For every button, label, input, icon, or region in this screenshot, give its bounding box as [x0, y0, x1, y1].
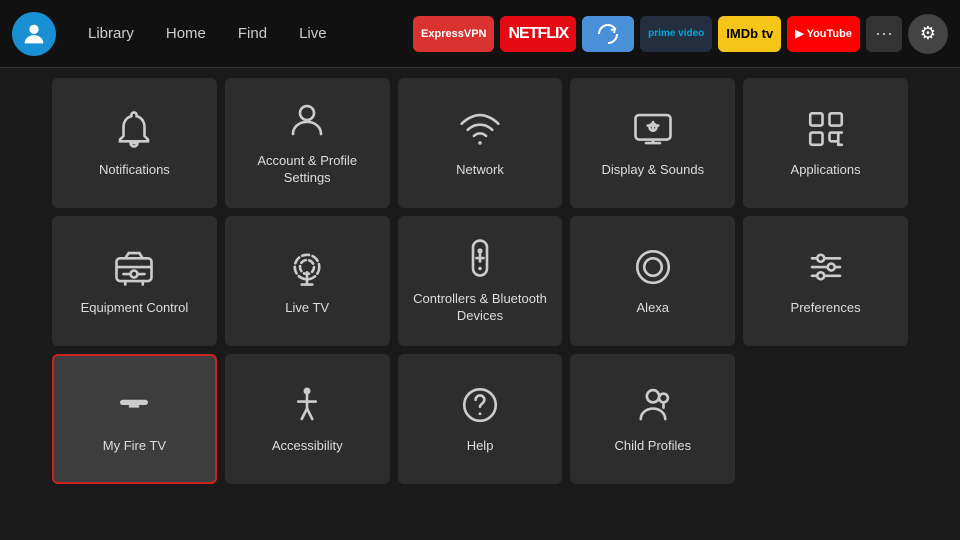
tile-help-label: Help: [459, 438, 502, 455]
imdb-button[interactable]: IMDb tv: [718, 16, 781, 52]
tile-myfiretv-label: My Fire TV: [95, 438, 174, 455]
tile-account[interactable]: Account & Profile Settings: [225, 78, 390, 208]
sliders-icon: [805, 246, 847, 288]
freebird-button[interactable]: [582, 16, 634, 52]
more-apps-button[interactable]: ···: [866, 16, 902, 52]
tile-livetv-label: Live TV: [277, 300, 337, 317]
nav-library[interactable]: Library: [74, 19, 148, 48]
settings-row-2: Equipment Control Live TV: [52, 216, 908, 346]
tile-notifications-label: Notifications: [91, 162, 178, 179]
tile-accessibility-label: Accessibility: [264, 438, 351, 455]
firetv-icon: [113, 384, 155, 426]
tile-account-label: Account & Profile Settings: [225, 153, 390, 187]
tile-preferences-label: Preferences: [783, 300, 869, 317]
empty-slot: [743, 354, 908, 484]
settings-row-3: My Fire TV Accessibility: [52, 354, 908, 484]
youtube-button[interactable]: ▶ YouTube: [787, 16, 860, 52]
childprofiles-icon: [632, 384, 674, 426]
nav-live[interactable]: Live: [285, 19, 341, 48]
tile-equipment[interactable]: Equipment Control: [52, 216, 217, 346]
tile-childprofiles-label: Child Profiles: [607, 438, 700, 455]
tile-display[interactable]: Display & Sounds: [570, 78, 735, 208]
tile-notifications[interactable]: Notifications: [52, 78, 217, 208]
user-avatar[interactable]: [12, 12, 56, 56]
person-icon: [286, 99, 328, 141]
tile-applications-label: Applications: [783, 162, 869, 179]
bell-icon: [113, 108, 155, 150]
tile-network-label: Network: [448, 162, 512, 179]
antenna-icon: [286, 246, 328, 288]
display-icon: [632, 108, 674, 150]
tile-controllers-label: Controllers & Bluetooth Devices: [398, 291, 563, 325]
tile-applications[interactable]: Applications: [743, 78, 908, 208]
tile-accessibility[interactable]: Accessibility: [225, 354, 390, 484]
remote-icon: [459, 237, 501, 279]
help-icon: [459, 384, 501, 426]
app-buttons: ExpressVPN NETFLIX prime video IMDb tv ▶…: [413, 14, 948, 54]
wifi-icon: [459, 108, 501, 150]
primevideo-button[interactable]: prime video: [640, 16, 712, 52]
top-navigation: Library Home Find Live ExpressVPN NETFLI…: [0, 0, 960, 68]
tile-network[interactable]: Network: [398, 78, 563, 208]
netflix-button[interactable]: NETFLIX: [500, 16, 576, 52]
alexa-icon: [632, 246, 674, 288]
tile-livetv[interactable]: Live TV: [225, 216, 390, 346]
nav-home[interactable]: Home: [152, 19, 220, 48]
tile-preferences[interactable]: Preferences: [743, 216, 908, 346]
tile-help[interactable]: Help: [398, 354, 563, 484]
nav-links: Library Home Find Live: [74, 19, 341, 48]
accessibility-icon: [286, 384, 328, 426]
tile-equipment-label: Equipment Control: [73, 300, 197, 317]
tile-display-label: Display & Sounds: [593, 162, 712, 179]
nav-find[interactable]: Find: [224, 19, 281, 48]
tile-childprofiles[interactable]: Child Profiles: [570, 354, 735, 484]
expressvpn-button[interactable]: ExpressVPN: [413, 16, 494, 52]
tile-myfiretv[interactable]: My Fire TV: [52, 354, 217, 484]
settings-row-1: Notifications Account & Profile Settings: [52, 78, 908, 208]
tv-icon: [113, 246, 155, 288]
tile-alexa-label: Alexa: [629, 300, 678, 317]
tile-alexa[interactable]: Alexa: [570, 216, 735, 346]
tile-controllers[interactable]: Controllers & Bluetooth Devices: [398, 216, 563, 346]
apps-icon: [805, 108, 847, 150]
settings-button[interactable]: ⚙: [908, 14, 948, 54]
settings-grid: Notifications Account & Profile Settings: [0, 68, 960, 494]
